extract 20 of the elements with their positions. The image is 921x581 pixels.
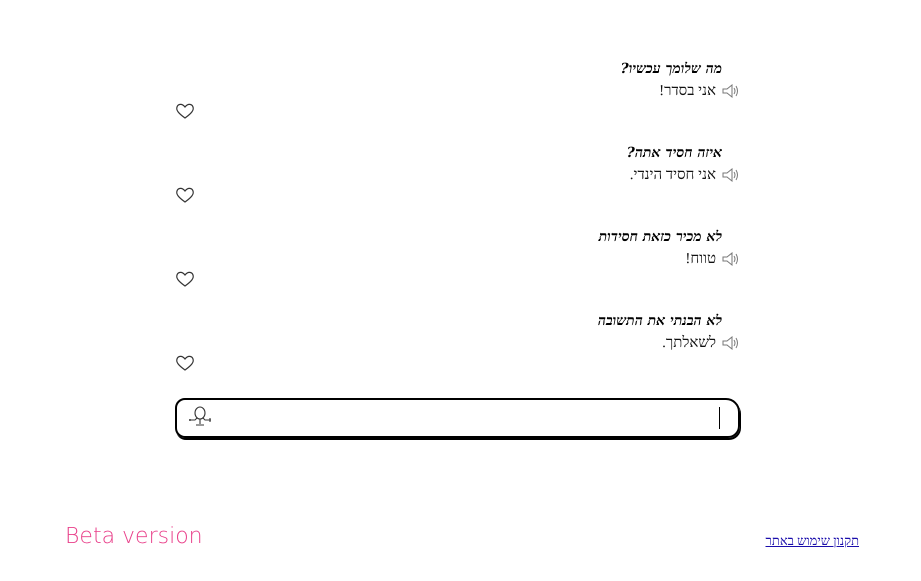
answer-text: לשאלתך. — [662, 334, 716, 353]
speaker-icon[interactable] — [722, 84, 740, 98]
answer-text: טווח! — [685, 250, 716, 269]
speaker-icon[interactable] — [722, 336, 740, 350]
heart-icon[interactable] — [175, 102, 195, 120]
heart-icon[interactable] — [175, 354, 195, 372]
question-text: לא הבנתי את התשובה — [596, 312, 722, 331]
question-text: לא מכיר כזאת חסידות — [597, 228, 722, 247]
terms-link[interactable]: תקנון שימוש באתר — [766, 533, 859, 549]
heart-icon[interactable] — [175, 186, 195, 204]
speaker-icon[interactable] — [722, 252, 740, 266]
answer-text: אני חסיד הינדי. — [630, 166, 716, 185]
question-text: איזה חסיד אתה? — [626, 144, 722, 163]
answer-text: אני בסדר! — [659, 82, 716, 101]
version-label: Beta version — [65, 524, 203, 549]
speaker-icon[interactable] — [722, 168, 740, 182]
text-cursor — [718, 407, 720, 429]
message-input[interactable] — [175, 398, 740, 438]
question-text: מה שלומך עכשיו? — [620, 60, 722, 79]
heart-icon[interactable] — [175, 270, 195, 288]
